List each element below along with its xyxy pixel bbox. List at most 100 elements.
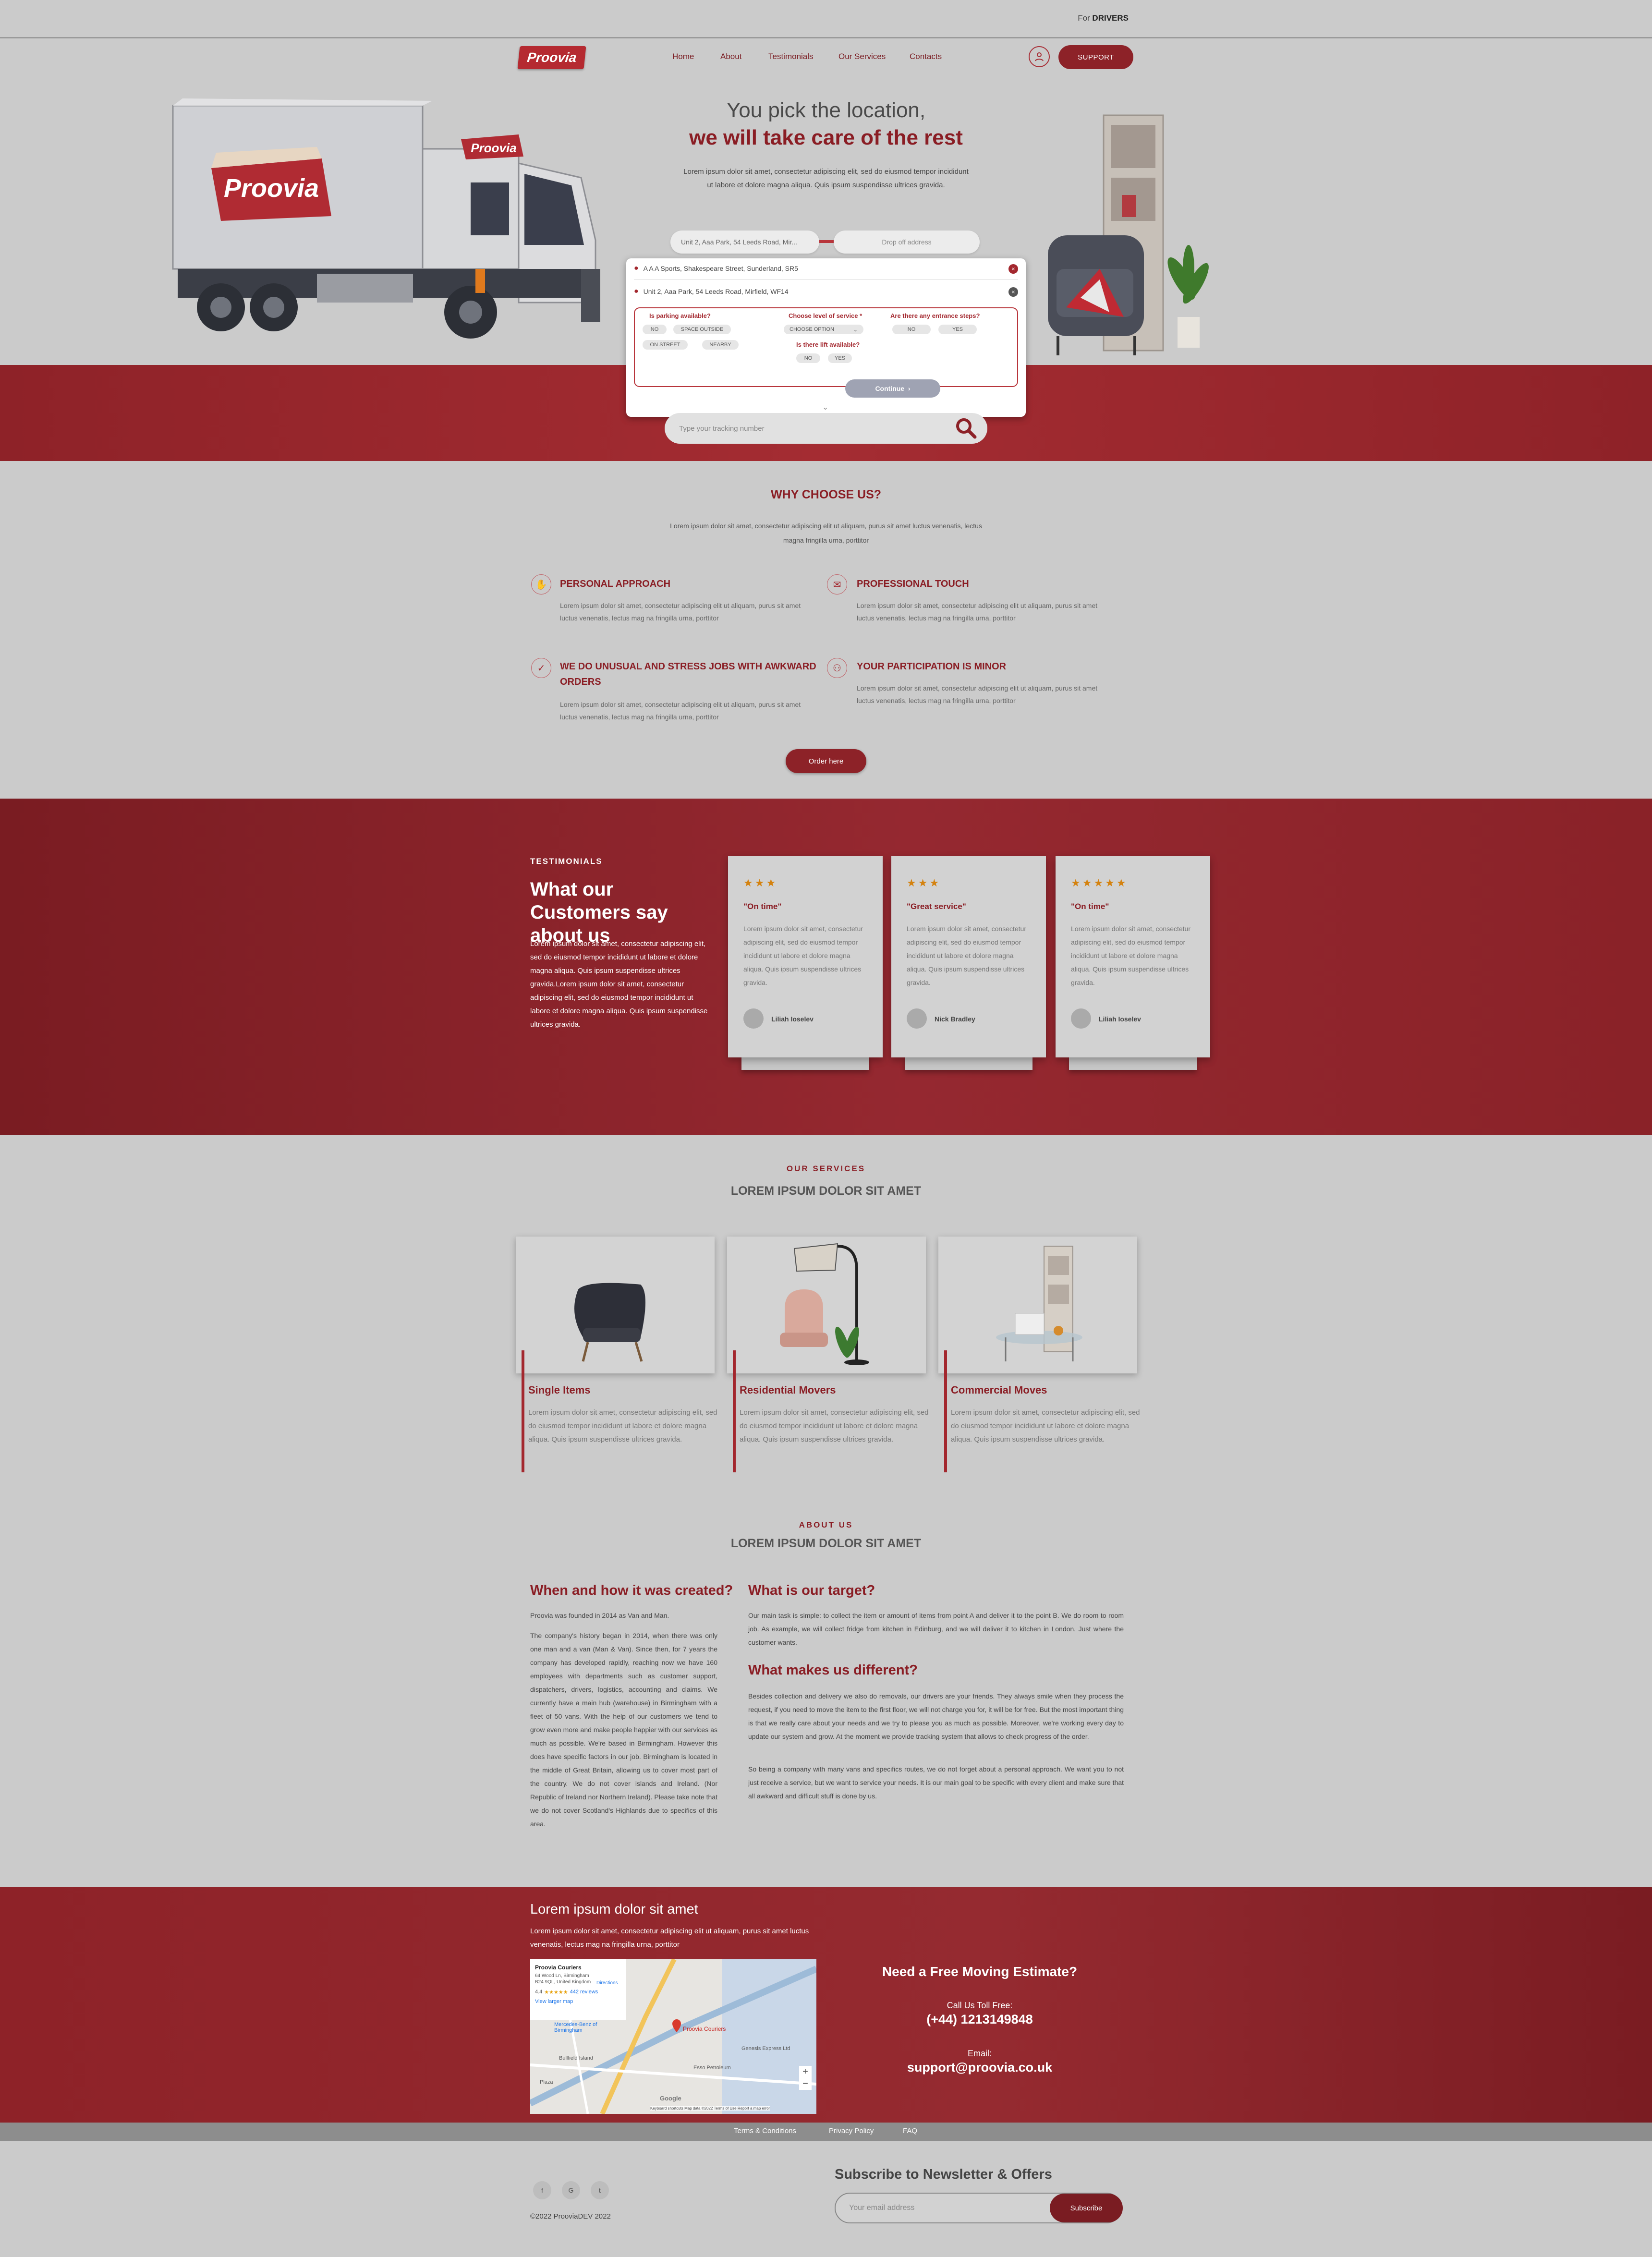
about-subheading: When and how it was created? [530,1583,733,1598]
faq-link[interactable]: FAQ [903,2127,917,2135]
nav-contacts[interactable]: Contacts [910,52,942,61]
address-row-1[interactable]: ● A A A Sports, Shakespeare Street, Sund… [634,264,1018,274]
hero-description: Lorem ipsum dolor sit amet, consectetur … [683,168,969,189]
testimonial-card: ★★★ "Great service" Lorem ipsum dolor si… [891,856,1046,1057]
privacy-link[interactable]: Privacy Policy [829,2127,874,2135]
google-icon[interactable]: G [562,2181,580,2199]
about-subheading: What makes us different? [748,1662,918,1678]
map-label: Bullfield Island [559,2055,593,2061]
map-place-name: Proovia Couriers [535,1964,582,1971]
call-label: Call Us Toll Free: [947,2001,1013,2010]
dropoff-address-input[interactable]: Drop off address [834,231,980,254]
subscribe-button[interactable]: Subscribe [1050,2194,1123,2222]
testimonial-text: Lorem ipsum dolor sit amet, consectetur … [1071,925,1190,986]
living-room-illustration [1028,110,1215,360]
nav-home[interactable]: Home [672,52,694,61]
expand-chevron-icon[interactable]: ⌄ [822,402,828,412]
feature-text: Lorem ipsum dolor sit amet, consectetur … [857,684,1098,704]
why-description: Lorem ipsum dolor sit amet, consectetur … [670,522,982,544]
chevron-right-icon: › [908,385,911,392]
order-here-button[interactable]: Order here [786,749,866,773]
services-label: OUR SERVICES [786,1164,866,1173]
map-directions-link[interactable]: Directions [596,1980,618,1986]
phone-number[interactable]: (+44) 1213149848 [845,2012,1114,2027]
star-rating: ★★★★★ [1071,877,1128,889]
service-question: Choose level of service * [789,312,862,319]
top-bar: For DRIVERS [0,0,1652,38]
service-title[interactable]: Single Items [528,1384,591,1396]
lift-option-yes[interactable]: YES [828,353,852,363]
free-estimate-heading: Need a Free Moving Estimate? [882,1964,1078,1979]
pickup-address-input[interactable]: Unit 2, Aaa Park, 54 Leeds Road, Mir... [670,231,819,254]
feature-text: Lorem ipsum dolor sit amet, consectetur … [560,701,801,721]
address-row-2[interactable]: ● Unit 2, Aaa Park, 54 Leeds Road, Mirfi… [634,287,1018,297]
google-wordmark: Google [660,2095,681,2102]
service-title[interactable]: Commercial Moves [951,1384,1047,1396]
single-item-image [516,1237,715,1373]
location-pin-icon: ● [634,287,639,295]
footer-heading: Lorem ipsum dolor sit amet [530,1902,698,1917]
remove-address-icon[interactable]: × [1008,264,1018,274]
location-pin-icon: ● [634,264,639,272]
proovia-logo[interactable]: Proovia [517,46,586,69]
service-title[interactable]: Residential Movers [740,1384,836,1396]
user-icon[interactable] [1029,46,1050,67]
about-paragraph: The company's history began in 2014, whe… [530,1632,717,1828]
lift-option-no[interactable]: NO [796,353,820,363]
facebook-icon[interactable]: f [533,2181,551,2199]
card-stack-shadow [905,1056,1032,1070]
service-level-select[interactable]: CHOOSE OPTION ⌄ [784,325,863,334]
map-label: Mercedes-Benz of Birmingham [554,2022,597,2033]
parking-option-space-outside[interactable]: SPACE OUTSIDE [673,325,731,334]
terms-link[interactable]: Terms & Conditions [734,2127,796,2135]
parking-option-on-street[interactable]: ON STREET [643,340,688,350]
testimonial-text: Lorem ipsum dolor sit amet, consectetur … [743,925,863,986]
service-text: Lorem ipsum dolor sit amet, consectetur … [528,1408,717,1444]
testimonial-title: "Great service" [907,902,966,911]
commercial-image [938,1237,1137,1373]
copyright: ©2022 ProoviaDEV 2022 [530,2212,611,2221]
testimonial-card: ★★★ "On time" Lorem ipsum dolor sit amet… [728,856,883,1057]
parking-option-no[interactable]: NO [643,325,667,334]
steps-option-yes[interactable]: YES [938,325,977,334]
nav-our-services[interactable]: Our Services [838,52,886,61]
twitter-icon[interactable]: t [591,2181,609,2199]
continue-button[interactable]: Continue › [845,379,940,398]
about-paragraph: Besides collection and delivery we also … [748,1692,1124,1740]
for-drivers-link[interactable]: For DRIVERS [1078,13,1129,23]
map-rating: 4.4 ★★★★★ 442 reviews [535,1989,598,1995]
map-zoom-controls[interactable]: + − [799,2066,812,2090]
about-paragraph: Our main task is simple: to collect the … [748,1612,1124,1646]
testimonials-label: TESTIMONIALS [530,857,603,866]
truck-logo: Proovia [224,174,319,203]
map-label: Genesis Express Ltd [741,2046,790,2051]
hero-title-line1: You pick the location, [726,98,926,122]
newsletter-title: Subscribe to Newsletter & Offers [835,2167,1052,2182]
service-text: Lorem ipsum dolor sit amet, consectetur … [951,1408,1140,1444]
search-icon[interactable] [954,416,978,440]
parking-option-nearby[interactable]: NEARBY [702,340,739,350]
star-rating: ★★★ [743,877,778,889]
testimonial-title: "On time" [743,902,782,911]
avatar [1071,1008,1091,1029]
people-icon: ⚇ [827,658,847,678]
service-accent-bar [522,1350,524,1472]
footer-description: Lorem ipsum dolor sit amet, consectetur … [530,1927,809,1949]
booking-modal: ● A A A Sports, Shakespeare Street, Sund… [626,258,1026,417]
email-address[interactable]: support@proovia.co.uk [845,2060,1114,2075]
view-larger-map-link[interactable]: View larger map [535,1999,573,2004]
nav-testimonials[interactable]: Testimonials [768,52,814,61]
tracking-input[interactable]: Type your tracking number [665,413,987,444]
testimonial-title: "On time" [1071,902,1109,911]
footer-links-bar [0,2123,1652,2141]
shield-icon: ✓ [531,658,551,678]
about-paragraph: So being a company with many vans and sp… [748,1765,1124,1800]
nav-about[interactable]: About [720,52,741,61]
remove-address-icon[interactable]: × [1008,287,1018,297]
support-button[interactable]: SUPPORT [1058,45,1133,69]
hero-title-line2: we will take care of the rest [689,126,963,149]
steps-option-no[interactable]: NO [892,325,931,334]
google-map[interactable]: Proovia Couriers 64 Wood Ln, Birmingham … [530,1959,816,2114]
card-stack-shadow [1069,1056,1197,1070]
residential-image [727,1237,926,1373]
